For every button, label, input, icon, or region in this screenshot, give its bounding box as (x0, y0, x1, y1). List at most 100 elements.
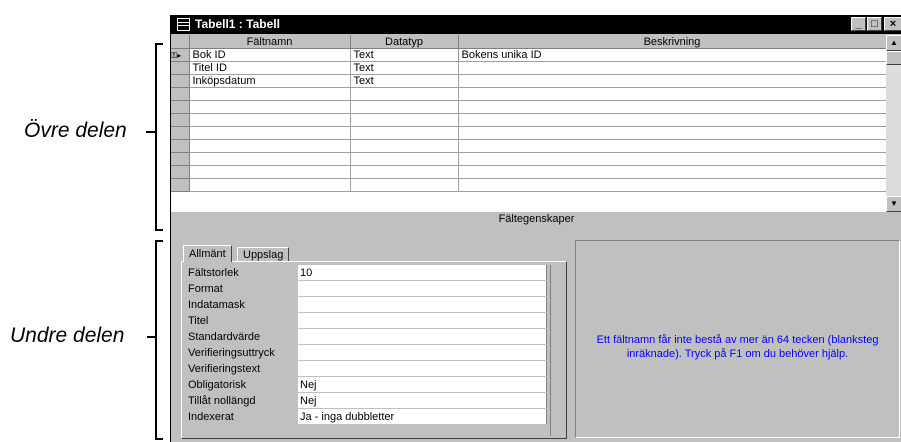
data-type-cell[interactable] (350, 126, 459, 140)
data-type-cell[interactable] (350, 87, 459, 101)
upper-part-label: Övre delen (24, 119, 127, 142)
field-name-cell[interactable] (189, 178, 351, 192)
table-row[interactable] (171, 165, 887, 179)
description-cell[interactable]: Bokens unika ID (458, 48, 887, 62)
tab-lookup[interactable]: Uppslag (237, 247, 290, 261)
row-selector[interactable] (171, 74, 190, 88)
property-row: Indexerat Ja - inga dubbletter (186, 408, 547, 425)
lower-part-label: Undre delen (10, 324, 125, 347)
property-row: Verifieringsuttryck (186, 344, 547, 361)
property-label: Tillåt nollängd (188, 394, 256, 407)
field-properties-panel: Fältstorlek 10 Format Indatamask Titel Standa… (181, 261, 567, 439)
data-type-cell[interactable]: Text (350, 61, 459, 75)
property-value[interactable] (298, 312, 547, 329)
field-name-cell[interactable] (189, 126, 351, 140)
property-row: Standardvärde (186, 328, 547, 345)
field-name-cell[interactable]: Inköpsdatum (189, 74, 351, 88)
help-text: Ett fältnamn får inte bestå av mer än 64… (596, 334, 879, 360)
property-value[interactable] (298, 344, 547, 361)
table-row[interactable] (171, 100, 887, 114)
maximize-button[interactable]: □ (867, 17, 882, 31)
property-label: Indatamask (188, 298, 245, 311)
property-value[interactable] (298, 296, 547, 313)
description-cell[interactable] (458, 152, 887, 166)
close-button[interactable]: × (884, 17, 901, 31)
field-name-cell[interactable] (189, 139, 351, 153)
description-cell[interactable] (458, 126, 887, 140)
property-row: Tillåt nollängd Nej (186, 392, 547, 409)
row-selector[interactable]: ⚿▸ (171, 48, 190, 62)
minimize-button[interactable]: _ (851, 17, 866, 31)
table-row[interactable]: Titel ID Text (171, 61, 887, 75)
data-type-cell[interactable] (350, 165, 459, 179)
row-selector[interactable] (171, 113, 190, 127)
field-name-cell[interactable] (189, 100, 351, 114)
data-type-cell[interactable] (350, 178, 459, 192)
property-label: Format (188, 282, 223, 295)
row-selector[interactable] (171, 61, 190, 75)
row-selector[interactable] (171, 152, 190, 166)
field-name-cell[interactable] (189, 165, 351, 179)
field-name-cell[interactable]: Titel ID (189, 61, 351, 75)
description-cell[interactable] (458, 61, 887, 75)
field-name-cell[interactable]: Bok ID (189, 48, 351, 62)
scroll-up-icon[interactable]: ▲ (886, 35, 901, 51)
property-value[interactable]: 10 (298, 265, 547, 281)
table-row[interactable] (171, 113, 887, 127)
property-row: Obligatorisk Nej (186, 376, 547, 393)
field-name-cell[interactable] (189, 87, 351, 101)
window-title: Tabell1 : Tabell (195, 17, 280, 31)
property-label: Indexerat (188, 410, 234, 423)
property-label: Fältstorlek (188, 266, 239, 279)
description-cell[interactable] (458, 178, 887, 192)
description-cell[interactable] (458, 165, 887, 179)
primary-key-icon: ⚿▸ (171, 51, 182, 60)
data-type-cell[interactable]: Text (350, 74, 459, 88)
data-type-cell[interactable] (350, 100, 459, 114)
description-cell[interactable] (458, 87, 887, 101)
field-name-cell[interactable] (189, 113, 351, 127)
grid-vertical-scrollbar[interactable]: ▲ ▼ (886, 35, 901, 212)
table-row[interactable] (171, 87, 887, 101)
property-value[interactable]: Ja - inga dubbletter (298, 408, 547, 425)
table-row[interactable]: ⚿▸ Bok ID Text Bokens unika ID (171, 48, 887, 62)
row-selector[interactable] (171, 126, 190, 140)
property-row: Fältstorlek 10 (186, 265, 547, 281)
table-row[interactable] (171, 178, 887, 192)
row-selector[interactable] (171, 139, 190, 153)
properties-scrollbar[interactable] (550, 265, 564, 436)
row-selector[interactable] (171, 100, 190, 114)
tab-general[interactable]: Allmänt (183, 245, 232, 262)
scroll-thumb[interactable] (886, 51, 901, 65)
field-name-cell[interactable] (189, 152, 351, 166)
data-type-cell[interactable]: Text (350, 48, 459, 62)
table-row[interactable] (171, 126, 887, 140)
property-value[interactable] (298, 328, 547, 345)
property-value[interactable]: Nej (298, 376, 547, 393)
column-header-field-name[interactable]: Fältnamn (189, 35, 351, 49)
description-cell[interactable] (458, 74, 887, 88)
column-header-description[interactable]: Beskrivning (458, 35, 887, 49)
data-type-cell[interactable] (350, 152, 459, 166)
property-label: Verifieringsuttryck (188, 346, 275, 359)
table-row[interactable] (171, 139, 887, 153)
description-cell[interactable] (458, 139, 887, 153)
property-value[interactable]: Nej (298, 392, 547, 409)
property-value[interactable] (298, 280, 547, 297)
table-row[interactable] (171, 152, 887, 166)
title-bar[interactable]: Tabell1 : Tabell _ □ × (171, 15, 901, 34)
field-grid: Fältnamn Datatyp Beskrivning ⚿▸ Bok ID Tex… (171, 35, 901, 212)
data-type-cell[interactable] (350, 139, 459, 153)
row-selector[interactable] (171, 87, 190, 101)
description-cell[interactable] (458, 100, 887, 114)
description-cell[interactable] (458, 113, 887, 127)
row-selector[interactable] (171, 165, 190, 179)
property-label: Titel (188, 314, 209, 327)
data-type-cell[interactable] (350, 113, 459, 127)
scroll-down-icon[interactable]: ▼ (886, 196, 901, 212)
row-selector[interactable] (171, 178, 190, 192)
property-value[interactable] (298, 360, 547, 377)
column-header-data-type[interactable]: Datatyp (350, 35, 459, 49)
table-row[interactable]: Inköpsdatum Text (171, 74, 887, 88)
property-row: Indatamask (186, 296, 547, 313)
